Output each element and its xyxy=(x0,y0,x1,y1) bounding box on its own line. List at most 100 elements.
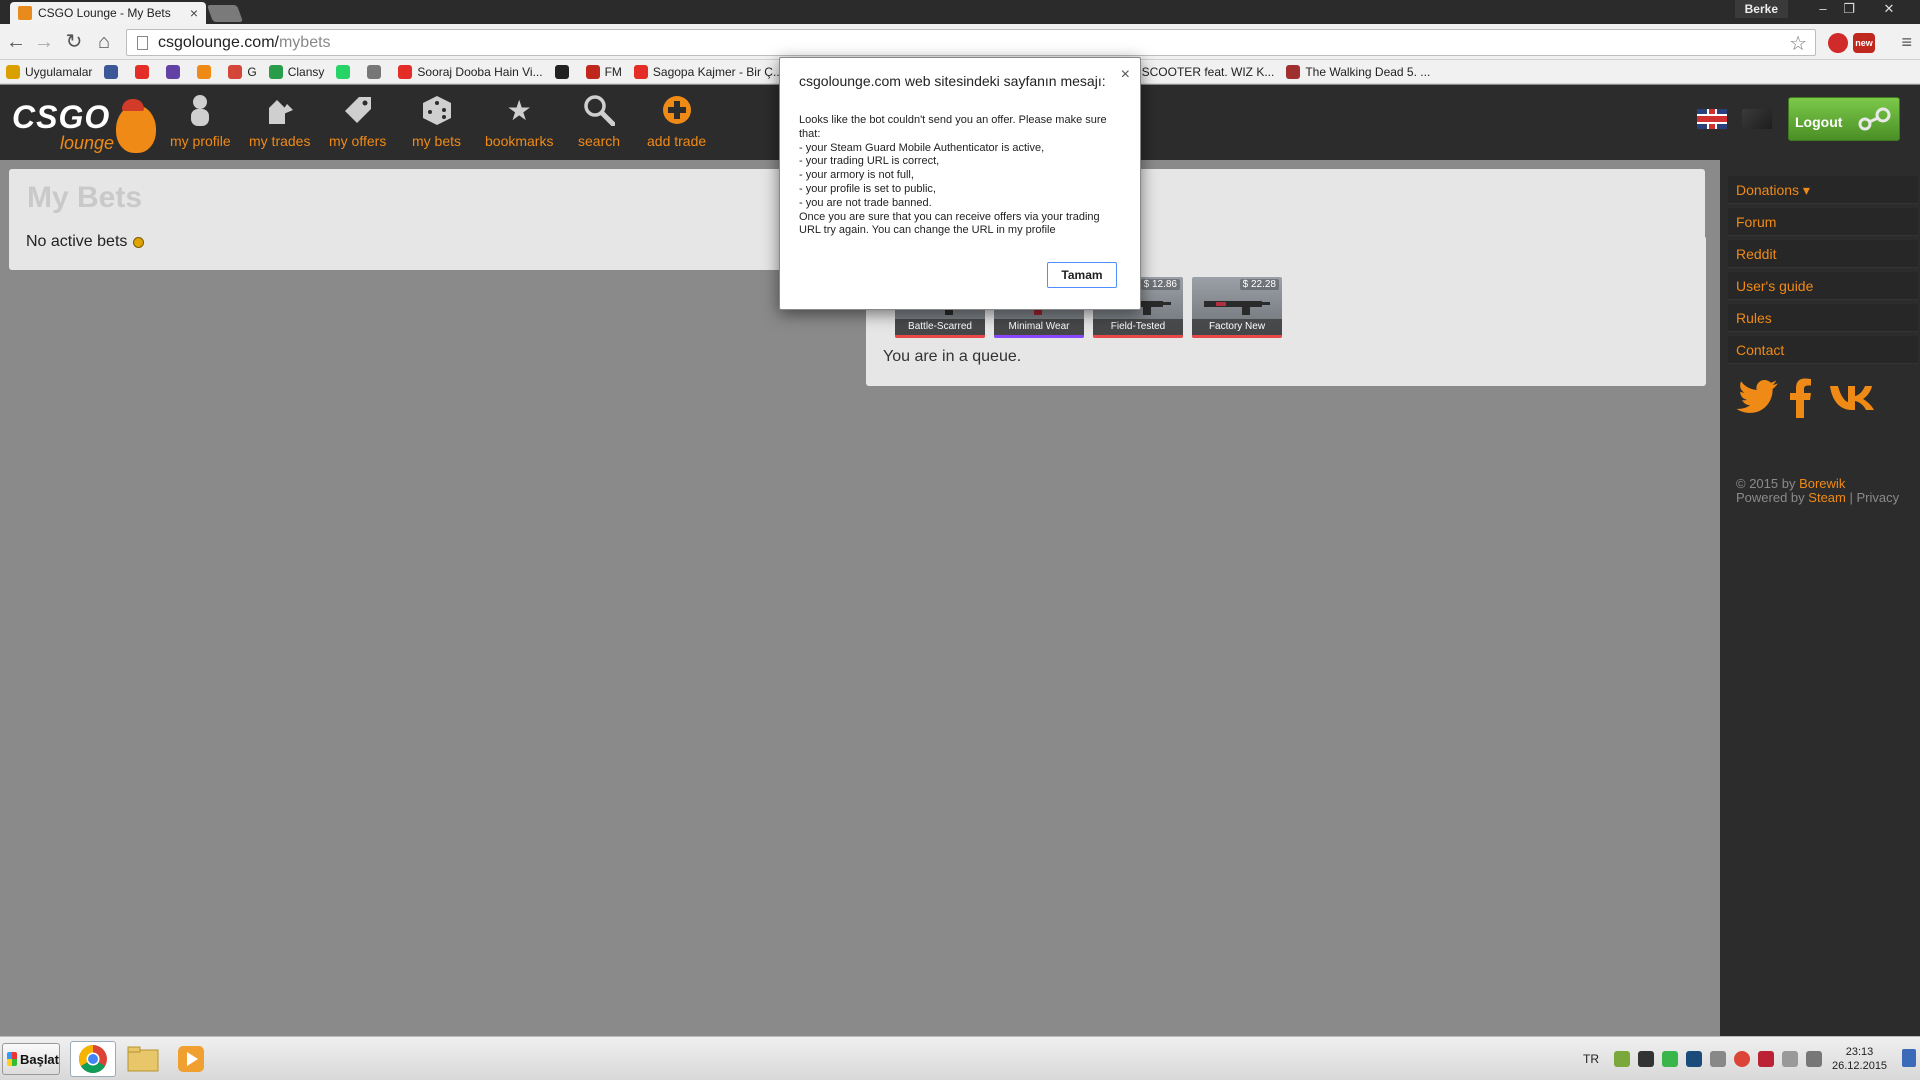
bookmark-item[interactable]: Sooraj Dooba Hain Vi... xyxy=(398,64,543,79)
facebook-icon[interactable] xyxy=(1784,378,1818,418)
privacy-link[interactable]: Privacy xyxy=(1857,490,1900,505)
dialog-line: URL try again. You can change the URL in… xyxy=(799,224,1056,237)
bookmark-item[interactable] xyxy=(367,64,386,79)
search-icon xyxy=(582,93,616,127)
taskbar-media-player[interactable] xyxy=(168,1041,214,1077)
tray-chrome-icon[interactable] xyxy=(1734,1051,1750,1067)
clock-time: 23:13 xyxy=(1845,1046,1874,1058)
address-bar[interactable]: csgolounge.com/mybets ☆ xyxy=(126,29,1816,56)
browser-tabstrip: CSGO Lounge - My Bets × Berke – ❐ ✕ xyxy=(0,0,1920,24)
tray-speaker-icon[interactable] xyxy=(1806,1051,1822,1067)
tray-network-icon[interactable] xyxy=(1614,1051,1630,1067)
nav-label: search xyxy=(578,133,621,149)
bookmark-item[interactable]: SCOOTER feat. WIZ K... xyxy=(1122,64,1275,79)
browser-menu-icon[interactable]: ≡ xyxy=(1901,32,1912,53)
bookmark-item[interactable] xyxy=(135,64,154,79)
url-path: mybets xyxy=(278,33,331,51)
taskbar-explorer[interactable] xyxy=(120,1041,166,1077)
bookmark-label: SCOOTER feat. WIZ K... xyxy=(1141,64,1275,79)
csgolounge-logo[interactable]: CSGO lounge xyxy=(12,99,157,155)
bookmark-item[interactable] xyxy=(554,64,574,79)
taskbar-chrome[interactable] xyxy=(70,1041,116,1077)
new-tab-button[interactable] xyxy=(206,5,244,22)
dialog-line: Once you are sure that you can receive o… xyxy=(799,210,1100,223)
trades-icon xyxy=(263,93,297,127)
bookmark-item[interactable] xyxy=(104,64,123,79)
plus-circle-icon xyxy=(660,93,694,127)
bookmark-item[interactable]: FM xyxy=(585,64,622,79)
bookmark-item[interactable] xyxy=(336,64,355,79)
rifle-icon xyxy=(1204,301,1270,315)
sidebar-link-reddit[interactable]: Reddit xyxy=(1728,240,1918,268)
dialog-close-icon[interactable]: × xyxy=(1121,66,1130,84)
tray-upload-icon[interactable] xyxy=(1662,1051,1678,1067)
item-price: $ 22.28 xyxy=(1239,279,1279,290)
steam-icon xyxy=(1858,107,1891,131)
bookmark-item[interactable]: The Walking Dead 5. ... xyxy=(1286,64,1430,79)
sidebar-link-rules[interactable]: Rules xyxy=(1728,304,1918,332)
nav-search[interactable]: search xyxy=(578,93,620,149)
taskbar-clock[interactable]: 23:13 26.12.2015 xyxy=(1832,1045,1887,1073)
folder-icon xyxy=(127,1046,159,1072)
sidebar-link-donations[interactable]: Donations ▾ xyxy=(1728,176,1918,204)
tray-g-icon[interactable] xyxy=(1638,1051,1654,1067)
nav-add-trade[interactable]: add trade xyxy=(647,93,706,149)
logout-button[interactable]: Logout xyxy=(1788,97,1900,141)
nav-label: my bets xyxy=(412,133,462,149)
person-icon xyxy=(183,93,217,127)
vk-icon[interactable] xyxy=(1828,378,1880,418)
tray-steam-icon[interactable] xyxy=(1686,1051,1702,1067)
tag-icon xyxy=(341,93,375,127)
start-button[interactable]: Başlat xyxy=(2,1043,60,1075)
input-language[interactable]: TR xyxy=(1583,1052,1599,1066)
bookmark-item[interactable]: G xyxy=(228,64,257,79)
dialog-ok-button[interactable]: Tamam xyxy=(1047,262,1117,288)
bookmark-favicon-icon xyxy=(268,64,283,79)
no-active-bets: No active bets xyxy=(26,233,145,251)
bookmark-item[interactable] xyxy=(197,64,216,79)
logout-label: Logout xyxy=(1795,114,1843,130)
sidebar-link-users-guide[interactable]: User's guide xyxy=(1728,272,1918,300)
browser-tab[interactable]: CSGO Lounge - My Bets × xyxy=(10,2,206,24)
tab-close-icon[interactable]: × xyxy=(190,5,198,21)
tray-volume-icon[interactable] xyxy=(1710,1051,1726,1067)
tray-flag-icon[interactable] xyxy=(1758,1051,1774,1067)
bookmark-item[interactable]: Sagopa Kajmer - Bir Ç... xyxy=(633,64,783,79)
forward-icon[interactable]: → xyxy=(32,30,56,54)
bookmark-star-icon[interactable]: ☆ xyxy=(1789,31,1807,56)
twitter-icon[interactable] xyxy=(1736,378,1780,418)
mail-extension-icon[interactable]: new xyxy=(1853,33,1875,53)
page-icon xyxy=(137,35,148,50)
bookmark-item[interactable]: Uygulamalar xyxy=(6,64,92,79)
item-condition: Battle-Scarred xyxy=(895,319,985,335)
dialog-line: Looks like the bot couldn't send you an … xyxy=(799,114,1107,126)
bookmark-item[interactable]: Clansy xyxy=(268,64,324,79)
nav-my-profile[interactable]: my profile xyxy=(170,93,231,149)
nav-my-bets[interactable]: my bets xyxy=(412,93,461,149)
english-flag-icon[interactable] xyxy=(1697,109,1727,129)
language-flag-icon[interactable] xyxy=(1742,109,1772,129)
tray-display-icon[interactable] xyxy=(1782,1051,1798,1067)
bookmark-item[interactable] xyxy=(166,64,185,79)
restore-button[interactable]: ❐ xyxy=(1836,0,1862,18)
sidebar-link-forum[interactable]: Forum xyxy=(1728,208,1918,236)
show-desktop-button[interactable] xyxy=(1902,1049,1916,1067)
nav-bookmarks[interactable]: ★ bookmarks xyxy=(485,93,554,150)
bookmark-favicon-icon xyxy=(367,64,382,79)
dialog-line: that: xyxy=(799,127,821,140)
home-icon[interactable]: ⌂ xyxy=(92,30,116,54)
back-icon[interactable]: ← xyxy=(4,30,28,54)
minimize-button[interactable]: – xyxy=(1810,0,1836,18)
browser-toolbar: ← → ↻ ⌂ csgolounge.com/mybets ☆ new ≡ xyxy=(0,24,1920,60)
close-window-button[interactable]: ✕ xyxy=(1868,0,1910,18)
steam-link[interactable]: Steam xyxy=(1808,490,1846,505)
reload-icon[interactable]: ↻ xyxy=(62,30,86,54)
adblock-extension-icon[interactable] xyxy=(1828,33,1848,53)
browser-user-badge[interactable]: Berke xyxy=(1734,0,1788,18)
sidebar-link-contact[interactable]: Contact xyxy=(1728,336,1918,364)
nav-label: bookmarks xyxy=(485,133,554,149)
item-factory-new[interactable]: $ 22.28 Factory New xyxy=(1192,277,1282,338)
nav-my-trades[interactable]: my trades xyxy=(249,93,310,149)
author-link[interactable]: Borewik xyxy=(1799,476,1845,491)
nav-my-offers[interactable]: my offers xyxy=(329,93,386,149)
